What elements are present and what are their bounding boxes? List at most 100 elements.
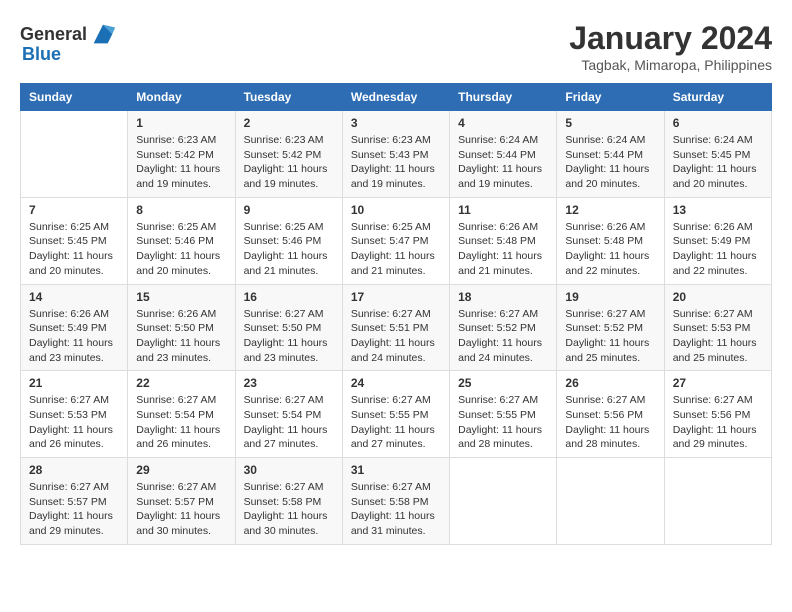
calendar-cell-week4-day4: 24 Sunrise: 6:27 AMSunset: 5:55 PMDayligh…: [342, 371, 449, 458]
day-info: Sunrise: 6:27 AMSunset: 5:55 PMDaylight:…: [351, 393, 441, 452]
header-day-saturday: Saturday: [664, 84, 771, 111]
calendar-cell-week1-day1: [21, 111, 128, 198]
header-day-thursday: Thursday: [450, 84, 557, 111]
calendar-cell-week1-day4: 3Sunrise: 6:23 AMSunset: 5:43 PMDaylight…: [342, 111, 449, 198]
day-info: Sunrise: 6:26 AMSunset: 5:49 PMDaylight:…: [673, 220, 763, 279]
day-number: 31: [351, 463, 441, 477]
day-info: Sunrise: 6:27 AMSunset: 5:55 PMDaylight:…: [458, 393, 548, 452]
day-number: 11: [458, 203, 548, 217]
day-number: 16: [244, 290, 334, 304]
day-info: Sunrise: 6:27 AMSunset: 5:53 PMDaylight:…: [673, 307, 763, 366]
calendar-cell-week2-day1: 7 Sunrise: 6:25 AMSunset: 5:45 PMDaylight…: [21, 197, 128, 284]
calendar-cell-week4-day7: 27Sunrise: 6:27 AMSunset: 5:56 PMDayligh…: [664, 371, 771, 458]
logo-icon: [89, 20, 117, 48]
calendar-cell-week2-day5: 11 Sunrise: 6:26 AMSunset: 5:48 PMDayligh…: [450, 197, 557, 284]
day-number: 4: [458, 116, 548, 130]
calendar-cell-week1-day5: 4 Sunrise: 6:24 AMSunset: 5:44 PMDaylight…: [450, 111, 557, 198]
calendar-cell-week5-day2: 29 Sunrise: 6:27 AMSunset: 5:57 PMDayligh…: [128, 458, 235, 545]
day-info: Sunrise: 6:25 AMSunset: 5:46 PMDaylight:…: [244, 220, 334, 279]
calendar-cell-week4-day1: 21 Sunrise: 6:27 AMSunset: 5:53 PMDayligh…: [21, 371, 128, 458]
day-number: 8: [136, 203, 226, 217]
header-day-friday: Friday: [557, 84, 664, 111]
logo-text-blue: Blue: [22, 44, 61, 65]
calendar-cell-week5-day5: [450, 458, 557, 545]
day-number: 10: [351, 203, 441, 217]
calendar-cell-week1-day6: 5 Sunrise: 6:24 AMSunset: 5:44 PMDaylight…: [557, 111, 664, 198]
subtitle: Tagbak, Mimaropa, Philippines: [569, 57, 772, 73]
day-info: Sunrise: 6:27 AMSunset: 5:57 PMDaylight:…: [136, 480, 226, 539]
day-number: 18: [458, 290, 548, 304]
day-number: 24: [351, 376, 441, 390]
calendar-cell-week3-day7: 20 Sunrise: 6:27 AMSunset: 5:53 PMDayligh…: [664, 284, 771, 371]
day-number: 12: [565, 203, 655, 217]
day-number: 30: [244, 463, 334, 477]
calendar-cell-week1-day7: 6 Sunrise: 6:24 AMSunset: 5:45 PMDaylight…: [664, 111, 771, 198]
day-number: 20: [673, 290, 763, 304]
day-number: 29: [136, 463, 226, 477]
day-info: Sunrise: 6:24 AMSunset: 5:44 PMDaylight:…: [458, 133, 548, 192]
day-info: Sunrise: 6:27 AMSunset: 5:51 PMDaylight:…: [351, 307, 441, 366]
day-number: 19: [565, 290, 655, 304]
day-info: Sunrise: 6:27 AMSunset: 5:56 PMDaylight:…: [565, 393, 655, 452]
calendar-cell-week5-day4: 31Sunrise: 6:27 AMSunset: 5:58 PMDayligh…: [342, 458, 449, 545]
calendar-header: SundayMondayTuesdayWednesdayThursdayFrid…: [21, 84, 772, 111]
day-info: Sunrise: 6:27 AMSunset: 5:52 PMDaylight:…: [458, 307, 548, 366]
calendar-week-row: 1 Sunrise: 6:23 AMSunset: 5:42 PMDaylight…: [21, 111, 772, 198]
day-number: 28: [29, 463, 119, 477]
day-info: Sunrise: 6:26 AMSunset: 5:49 PMDaylight:…: [29, 307, 119, 366]
day-info: Sunrise: 6:27 AMSunset: 5:54 PMDaylight:…: [244, 393, 334, 452]
calendar-cell-week5-day7: [664, 458, 771, 545]
calendar-cell-week4-day2: 22Sunrise: 6:27 AMSunset: 5:54 PMDayligh…: [128, 371, 235, 458]
calendar-week-row: 14 Sunrise: 6:26 AMSunset: 5:49 PMDayligh…: [21, 284, 772, 371]
day-info: Sunrise: 6:23 AMSunset: 5:43 PMDaylight:…: [351, 133, 441, 192]
header-day-monday: Monday: [128, 84, 235, 111]
day-number: 7: [29, 203, 119, 217]
day-number: 6: [673, 116, 763, 130]
calendar-cell-week3-day6: 19 Sunrise: 6:27 AMSunset: 5:52 PMDayligh…: [557, 284, 664, 371]
day-info: Sunrise: 6:26 AMSunset: 5:50 PMDaylight:…: [136, 307, 226, 366]
day-number: 14: [29, 290, 119, 304]
day-number: 17: [351, 290, 441, 304]
calendar-cell-week3-day2: 15 Sunrise: 6:26 AMSunset: 5:50 PMDayligh…: [128, 284, 235, 371]
day-number: 13: [673, 203, 763, 217]
calendar-cell-week4-day5: 25 Sunrise: 6:27 AMSunset: 5:55 PMDayligh…: [450, 371, 557, 458]
day-number: 21: [29, 376, 119, 390]
day-info: Sunrise: 6:23 AMSunset: 5:42 PMDaylight:…: [136, 133, 226, 192]
calendar-cell-week1-day2: 1 Sunrise: 6:23 AMSunset: 5:42 PMDaylight…: [128, 111, 235, 198]
calendar-cell-week3-day4: 17 Sunrise: 6:27 AMSunset: 5:51 PMDayligh…: [342, 284, 449, 371]
day-number: 9: [244, 203, 334, 217]
day-info: Sunrise: 6:23 AMSunset: 5:42 PMDaylight:…: [244, 133, 334, 192]
day-number: 26: [565, 376, 655, 390]
day-info: Sunrise: 6:27 AMSunset: 5:53 PMDaylight:…: [29, 393, 119, 452]
calendar-cell-week2-day4: 10 Sunrise: 6:25 AMSunset: 5:47 PMDayligh…: [342, 197, 449, 284]
day-info: Sunrise: 6:24 AMSunset: 5:44 PMDaylight:…: [565, 133, 655, 192]
day-info: Sunrise: 6:25 AMSunset: 5:45 PMDaylight:…: [29, 220, 119, 279]
day-number: 15: [136, 290, 226, 304]
logo: General Blue: [20, 20, 117, 65]
calendar-body: 1 Sunrise: 6:23 AMSunset: 5:42 PMDaylight…: [21, 111, 772, 545]
calendar-cell-week2-day6: 12Sunrise: 6:26 AMSunset: 5:48 PMDayligh…: [557, 197, 664, 284]
calendar-cell-week3-day5: 18 Sunrise: 6:27 AMSunset: 5:52 PMDayligh…: [450, 284, 557, 371]
calendar-cell-week2-day7: 13 Sunrise: 6:26 AMSunset: 5:49 PMDayligh…: [664, 197, 771, 284]
day-info: Sunrise: 6:24 AMSunset: 5:45 PMDaylight:…: [673, 133, 763, 192]
day-info: Sunrise: 6:27 AMSunset: 5:58 PMDaylight:…: [244, 480, 334, 539]
calendar-cell-week1-day3: 2 Sunrise: 6:23 AMSunset: 5:42 PMDaylight…: [235, 111, 342, 198]
day-number: 5: [565, 116, 655, 130]
day-number: 1: [136, 116, 226, 130]
main-title: January 2024: [569, 20, 772, 57]
day-info: Sunrise: 6:27 AMSunset: 5:57 PMDaylight:…: [29, 480, 119, 539]
day-number: 23: [244, 376, 334, 390]
calendar-week-row: 28 Sunrise: 6:27 AMSunset: 5:57 PMDayligh…: [21, 458, 772, 545]
calendar-cell-week2-day3: 9 Sunrise: 6:25 AMSunset: 5:46 PMDaylight…: [235, 197, 342, 284]
day-info: Sunrise: 6:27 AMSunset: 5:52 PMDaylight:…: [565, 307, 655, 366]
header-day-tuesday: Tuesday: [235, 84, 342, 111]
calendar-week-row: 21 Sunrise: 6:27 AMSunset: 5:53 PMDayligh…: [21, 371, 772, 458]
day-info: Sunrise: 6:25 AMSunset: 5:47 PMDaylight:…: [351, 220, 441, 279]
day-number: 27: [673, 376, 763, 390]
day-number: 25: [458, 376, 548, 390]
day-info: Sunrise: 6:25 AMSunset: 5:46 PMDaylight:…: [136, 220, 226, 279]
day-number: 2: [244, 116, 334, 130]
day-info: Sunrise: 6:26 AMSunset: 5:48 PMDaylight:…: [458, 220, 548, 279]
title-section: January 2024 Tagbak, Mimaropa, Philippin…: [569, 20, 772, 73]
day-info: Sunrise: 6:27 AMSunset: 5:50 PMDaylight:…: [244, 307, 334, 366]
